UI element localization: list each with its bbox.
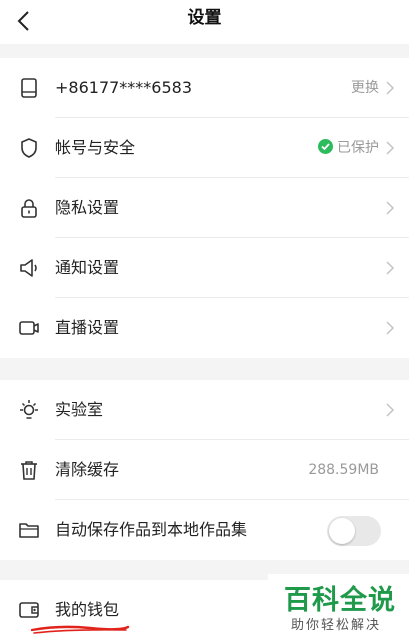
- auto-save-toggle[interactable]: [327, 516, 381, 546]
- toggle-knob: [329, 518, 355, 544]
- chevron-right-icon: [386, 403, 395, 417]
- lock-icon: [21, 199, 37, 218]
- chevron-right-icon: [386, 201, 395, 215]
- trash-icon: [21, 461, 37, 480]
- lab-label: 实验室: [55, 400, 104, 419]
- check-circle-icon: [318, 139, 333, 154]
- auto-save-label: 自动保存作品到本地作品集: [55, 520, 248, 539]
- privacy-settings-label: 隐私设置: [55, 198, 120, 217]
- chevron-right-icon: [386, 321, 395, 335]
- protection-status: 已保护: [318, 118, 379, 178]
- watermark-subtitle: 助你轻松解决: [291, 618, 382, 633]
- lab-row[interactable]: 实验室: [0, 380, 409, 440]
- clear-cache-row[interactable]: 清除缓存 288.59MB: [0, 440, 409, 500]
- chevron-right-icon: [386, 141, 395, 155]
- auto-save-row: 自动保存作品到本地作品集: [0, 500, 409, 560]
- protection-status-text: 已保护: [337, 140, 379, 156]
- account-security-row[interactable]: 帐号与安全 已保护: [0, 118, 409, 178]
- notification-settings-label: 通知设置: [55, 258, 120, 277]
- phone-number: +86177****6583: [55, 78, 193, 97]
- privacy-settings-row[interactable]: 隐私设置: [0, 178, 409, 238]
- wallet-icon: [19, 602, 39, 618]
- clear-cache-label: 清除缓存: [55, 460, 120, 479]
- account-security-label: 帐号与安全: [55, 138, 136, 157]
- video-camera-icon: [19, 321, 39, 335]
- chevron-right-icon: [386, 261, 395, 275]
- phone-row[interactable]: +86177****6583 更换: [0, 58, 409, 118]
- top-bar: 设置: [0, 0, 409, 44]
- live-settings-row[interactable]: 直播设置: [0, 298, 409, 358]
- general-settings-group: 实验室 清除缓存 288.59MB 自动保存作品到本地作品集: [0, 380, 409, 560]
- watermark-title: 百科全说: [284, 585, 396, 616]
- account-settings-group: +86177****6583 更换 帐号与安全 已保护 隐私设置 通知设置 直播…: [0, 58, 409, 358]
- phone-icon: [21, 78, 37, 98]
- speaker-icon: [20, 259, 37, 277]
- live-settings-label: 直播设置: [55, 318, 120, 337]
- chevron-right-icon: [386, 81, 395, 95]
- notification-settings-row[interactable]: 通知设置: [0, 238, 409, 298]
- cache-size: 288.59MB: [308, 462, 379, 478]
- folder-icon: [19, 523, 39, 538]
- change-phone-link[interactable]: 更换: [351, 58, 379, 118]
- red-underline-annotation: [30, 625, 130, 634]
- light-bulb-icon: [20, 400, 38, 419]
- page-title: 设置: [187, 8, 222, 28]
- watermark-logo: 百科全说 助你轻松解决: [268, 574, 409, 640]
- shield-icon: [21, 138, 37, 158]
